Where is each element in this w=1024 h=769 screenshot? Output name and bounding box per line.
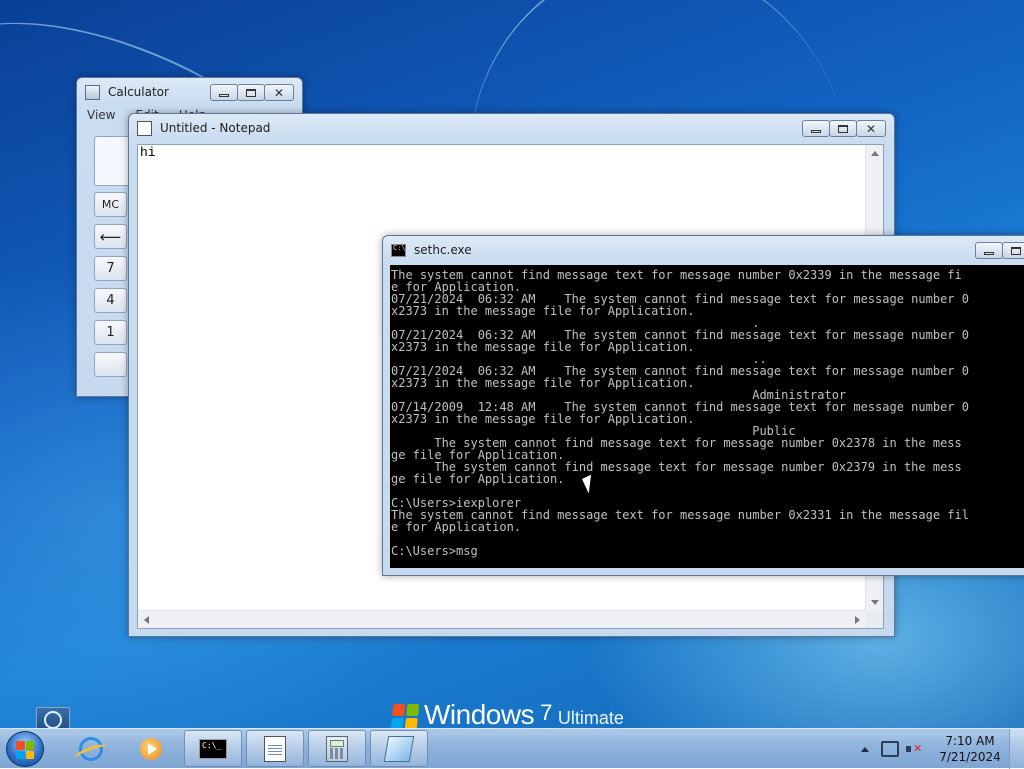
taskbar-notepad[interactable]: [246, 730, 304, 767]
notepad-titlebar[interactable]: Untitled - Notepad: [129, 114, 894, 142]
console-maximize-button[interactable]: [1002, 242, 1024, 259]
scroll-right-arrow-icon[interactable]: [855, 616, 860, 624]
windows-watermark: Windows 7 Ultimate: [390, 699, 624, 729]
notepad-icon: [264, 735, 286, 762]
console-line: e for Application.: [391, 520, 522, 534]
console-output-area[interactable]: The system cannot find message text for …: [390, 265, 1024, 568]
notepad-maximize-button[interactable]: [829, 120, 857, 137]
calculator-close-button[interactable]: ✕: [264, 84, 294, 101]
console-minimize-button[interactable]: [975, 242, 1003, 259]
menu-view[interactable]: View: [83, 108, 119, 124]
calc-one-button[interactable]: 1: [94, 320, 127, 345]
calc-mc-button[interactable]: MC: [94, 192, 127, 217]
taskbar: C:\_ 7:10 AM 7/21/2024: [0, 728, 1024, 769]
console-line: C:\Users>msg: [391, 544, 478, 558]
calculator-icon: [326, 735, 348, 762]
calc-four-button[interactable]: 4: [94, 288, 127, 313]
calc-seven-button[interactable]: 7: [94, 256, 127, 281]
notepad-minimize-button[interactable]: [802, 120, 830, 137]
notepad-content: hi: [140, 145, 156, 160]
calculator-icon: [85, 84, 100, 100]
size-grip[interactable]: [866, 611, 883, 628]
watermark-name: Windows: [424, 699, 535, 729]
notepad-title: Untitled - Notepad: [160, 121, 271, 135]
watermark-version: 7: [540, 700, 552, 725]
command-prompt-icon: C:\_: [199, 738, 227, 759]
system-tray: 7:10 AM 7/21/2024: [861, 729, 1024, 769]
volume-muted-icon[interactable]: [905, 741, 923, 757]
notepad-icon: [137, 120, 152, 136]
calculator-title: Calculator: [108, 85, 169, 99]
taskbar-sethc[interactable]: [370, 730, 428, 767]
console-title: sethc.exe: [414, 243, 472, 257]
calculator-maximize-button[interactable]: [237, 84, 265, 101]
clock-time: 7:10 AM: [945, 734, 995, 748]
notepad-close-button[interactable]: ✕: [856, 120, 886, 137]
command-prompt-icon: C:\: [391, 243, 406, 257]
clock-date: 7/21/2024: [939, 750, 1001, 764]
taskbar-calculator[interactable]: [308, 730, 366, 767]
taskbar-internet-explorer[interactable]: [62, 730, 120, 767]
windows-flag-icon: [390, 704, 420, 728]
clock[interactable]: 7:10 AM 7/21/2024: [931, 733, 1009, 765]
console-titlebar[interactable]: C:\ sethc.exe: [383, 236, 1024, 264]
notepad-horizontal-scrollbar[interactable]: [138, 610, 866, 628]
sethc-console-window[interactable]: C:\ sethc.exe ✕ The system cannot find m…: [382, 235, 1024, 576]
start-orb-icon: [16, 741, 34, 759]
taskbar-media-player[interactable]: [122, 730, 180, 767]
scroll-left-arrow-icon[interactable]: [144, 616, 149, 624]
show-desktop-button[interactable]: [1009, 729, 1024, 769]
calc-zero-button[interactable]: [94, 352, 127, 377]
start-button[interactable]: [6, 731, 44, 767]
desktop[interactable]: Windows 7 Ultimate Calculator ✕ View Edi…: [0, 0, 1024, 728]
sethc-icon: [383, 735, 415, 762]
console-line: ge file for Application.: [391, 472, 565, 486]
taskbar-sethc-console[interactable]: C:\_: [184, 730, 242, 767]
internet-explorer-icon: [79, 736, 103, 761]
network-icon[interactable]: [881, 741, 899, 757]
media-player-icon: [140, 737, 162, 760]
calc-backspace-button[interactable]: ⟵: [94, 224, 127, 249]
console-output: The system cannot find message text for …: [390, 265, 1024, 557]
gadgets-icon[interactable]: [36, 707, 70, 728]
calculator-minimize-button[interactable]: [210, 84, 238, 101]
scroll-down-arrow-icon[interactable]: [871, 600, 879, 605]
show-hidden-icons-icon[interactable]: [861, 746, 869, 752]
watermark-edition: Ultimate: [557, 708, 624, 728]
scroll-up-arrow-icon[interactable]: [871, 151, 879, 156]
